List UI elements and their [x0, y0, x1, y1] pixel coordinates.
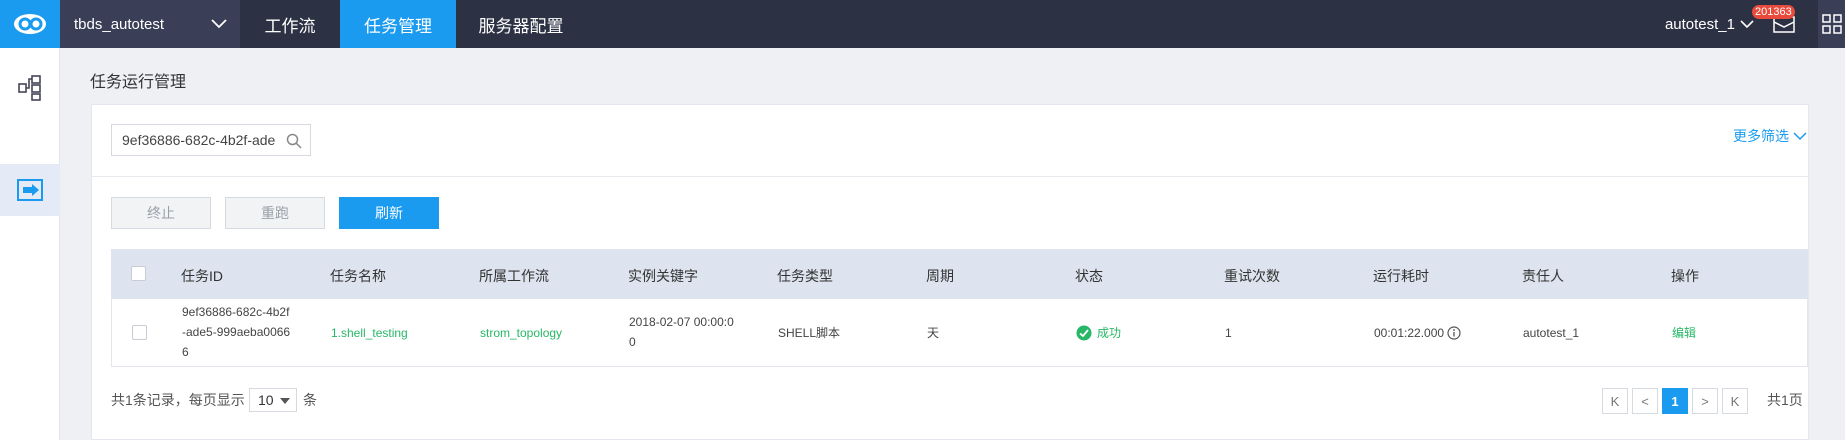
- search-value: 9ef36886-682c-4b2f-ade: [122, 132, 276, 148]
- column-header: 周期: [926, 268, 954, 284]
- caret-down-icon: [280, 398, 290, 404]
- page-size-unit: 条: [303, 392, 317, 408]
- duration-cell: 00:01:22.000: [1374, 323, 1461, 343]
- column-header: 任务ID: [181, 268, 223, 284]
- select-all-checkbox[interactable]: [131, 266, 146, 281]
- first-page-button[interactable]: K: [1602, 388, 1628, 414]
- tab-server-config[interactable]: 服务器配置: [456, 0, 586, 48]
- sidebar-item-task-run[interactable]: [0, 164, 60, 216]
- chevron-down-icon: [1793, 132, 1807, 141]
- workflow-link[interactable]: strom_topology: [480, 323, 562, 343]
- project-selector[interactable]: tbds_autotest: [60, 0, 240, 48]
- workflow-icon: [18, 75, 41, 101]
- divider: [92, 176, 1808, 177]
- chevron-down-icon: [1740, 20, 1754, 29]
- more-filters-label: 更多筛选: [1733, 128, 1789, 144]
- status-cell: 成功: [1076, 323, 1121, 343]
- tab-task-management[interactable]: 任务管理: [340, 0, 456, 48]
- column-header: 状态: [1075, 268, 1103, 284]
- row-checkbox[interactable]: [132, 325, 147, 340]
- column-header: 所属工作流: [479, 268, 549, 284]
- grid-icon: [1821, 14, 1842, 34]
- prev-page-button[interactable]: <: [1632, 388, 1658, 414]
- table-header: 任务ID 任务名称 所属工作流 实例关键字 任务类型 周期 状态 重试次数 运行…: [111, 249, 1808, 299]
- username: autotest_1: [1664, 15, 1735, 33]
- owner-cell: autotest_1: [1523, 326, 1580, 340]
- page-size-select[interactable]: 10: [249, 388, 297, 412]
- tab-workflow[interactable]: 工作流: [240, 0, 340, 48]
- sidebar: [0, 48, 60, 440]
- top-bar: tbds_autotest 工作流 任务管理 服务器配置 autotest_1 …: [0, 0, 1845, 48]
- total-records-label: 共1条记录，每页显示: [111, 392, 245, 408]
- column-header: 运行耗时: [1373, 268, 1429, 284]
- column-header: 任务类型: [777, 268, 833, 284]
- page-button-current[interactable]: 1: [1662, 388, 1688, 414]
- task-name-link[interactable]: 1.shell_testing: [331, 323, 408, 343]
- instance-key-cell: 2018-02-07 00:00:0 0: [629, 315, 734, 349]
- column-header: 任务名称: [330, 268, 386, 284]
- total-pages-label: 共1页: [1767, 392, 1803, 408]
- retries-cell: 1: [1225, 326, 1232, 340]
- status-label: 成功: [1097, 326, 1122, 340]
- next-page-button[interactable]: >: [1692, 388, 1718, 414]
- search-input[interactable]: 9ef36886-682c-4b2f-ade: [111, 124, 311, 156]
- page-title: 任务运行管理: [90, 74, 187, 91]
- project-name: tbds_autotest: [74, 15, 165, 33]
- stop-button[interactable]: 终止: [111, 197, 211, 229]
- page-size-value: 10: [258, 392, 274, 408]
- edit-link[interactable]: 编辑: [1672, 323, 1696, 343]
- duration-value: 00:01:22.000: [1374, 326, 1445, 340]
- task-id-cell: 9ef36886-682c-4b2f -ade5-999aeba0066 6: [182, 305, 291, 359]
- sidebar-item-workflow[interactable]: [0, 62, 60, 114]
- task-run-icon: [17, 179, 43, 201]
- notification-badge: 201363: [1752, 5, 1795, 19]
- column-header: 操作: [1671, 268, 1699, 284]
- more-filters-link[interactable]: 更多筛选: [1733, 126, 1807, 146]
- last-page-button[interactable]: K: [1722, 388, 1748, 414]
- column-header: 实例关键字: [628, 268, 698, 284]
- cloud-logo-icon: [14, 14, 46, 34]
- task-type-cell: SHELL脚本: [778, 326, 841, 340]
- cycle-cell: 天: [927, 326, 940, 340]
- table-row: 9ef36886-682c-4b2f -ade5-999aeba0066 6 1…: [111, 299, 1808, 367]
- column-header: 重试次数: [1224, 268, 1280, 284]
- apps-menu[interactable]: [1818, 0, 1845, 48]
- column-header: 责任人: [1522, 268, 1564, 284]
- rerun-button[interactable]: 重跑: [225, 197, 325, 229]
- user-menu[interactable]: autotest_1: [1665, 0, 1755, 48]
- logo[interactable]: [0, 0, 60, 48]
- chevron-down-icon: [211, 19, 227, 29]
- info-icon[interactable]: [1447, 326, 1461, 340]
- search-icon[interactable]: [286, 133, 302, 149]
- refresh-button[interactable]: 刷新: [339, 197, 439, 229]
- check-circle-icon: [1076, 325, 1092, 341]
